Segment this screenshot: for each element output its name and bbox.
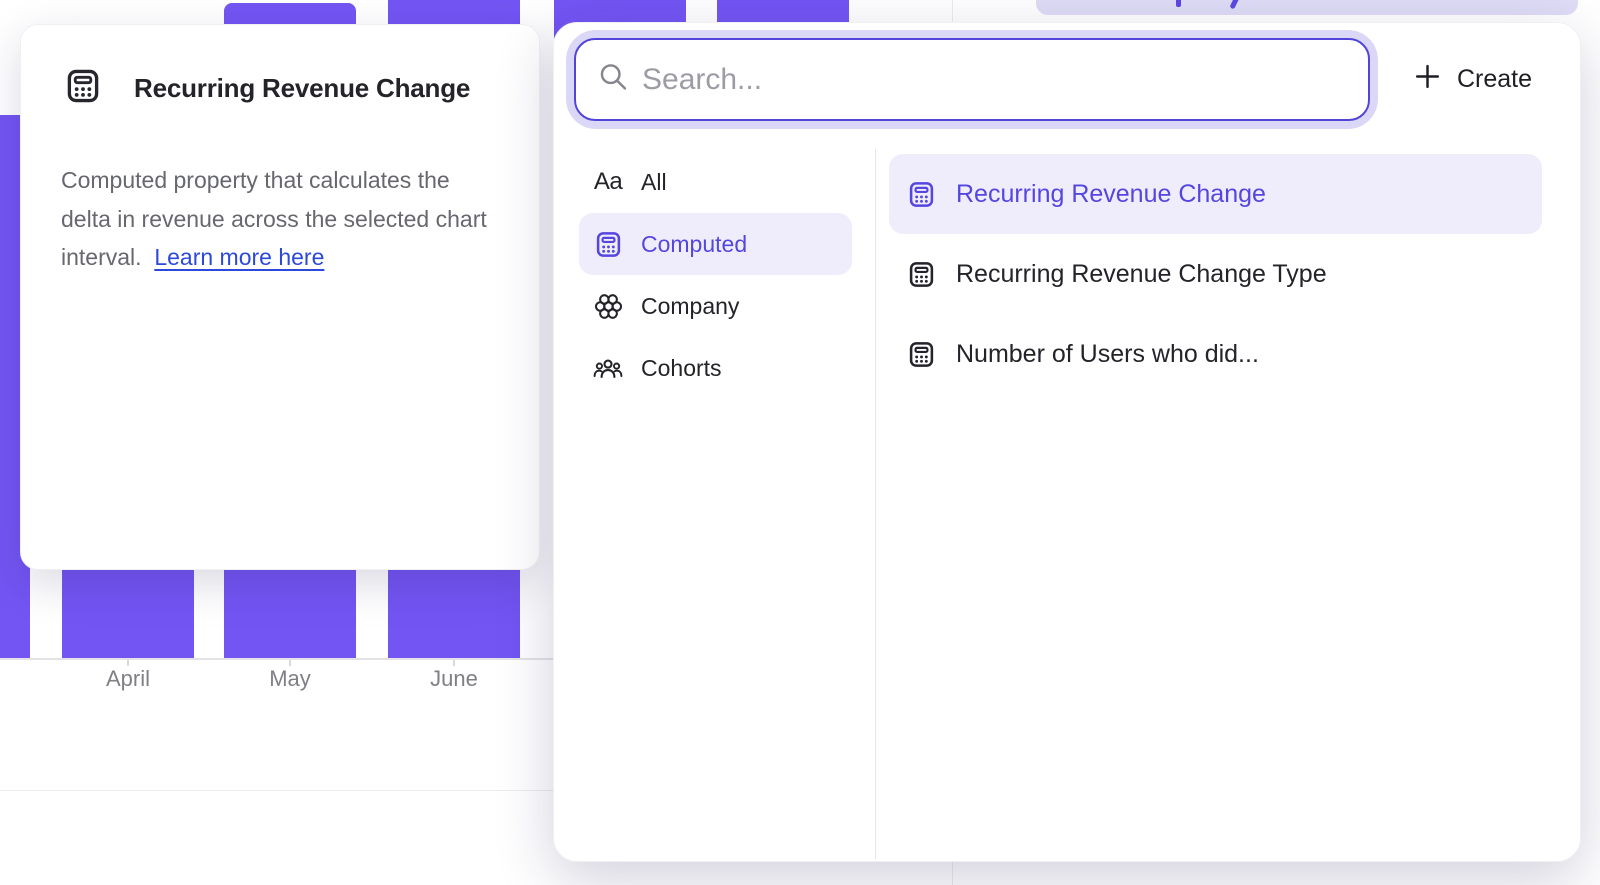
x-axis-label: June xyxy=(430,666,478,692)
result-number-of-users-who-did[interactable]: Number of Users who did... xyxy=(889,314,1542,394)
calculator-icon xyxy=(593,230,623,259)
learn-more-link[interactable]: Learn more here xyxy=(154,244,324,270)
category-label: Company xyxy=(641,293,739,320)
category-filter-list: Aa All Computed xyxy=(579,151,852,399)
calculator-icon xyxy=(906,340,936,369)
description-line: Computed property that calculates the xyxy=(61,167,450,193)
description-line: interval. xyxy=(61,244,142,270)
x-axis-tick xyxy=(289,659,291,666)
Aa-text-icon: Aa xyxy=(593,168,623,196)
calculator-icon xyxy=(906,260,936,289)
property-results-list: Recurring Revenue Change Recurring Reven… xyxy=(889,154,1542,394)
tooltip-title: Recurring Revenue Change xyxy=(134,73,470,104)
create-button-label: Create xyxy=(1457,65,1532,94)
property-picker-dropdown: Create Aa All Co xyxy=(553,22,1581,862)
x-axis-tick xyxy=(453,659,455,666)
category-label: Cohorts xyxy=(641,355,722,382)
result-recurring-revenue-change[interactable]: Recurring Revenue Change xyxy=(889,154,1542,234)
search-focus-ring xyxy=(566,30,1378,129)
description-line: delta in revenue across the selected cha… xyxy=(61,206,487,232)
column-divider xyxy=(875,149,876,859)
calculator-icon xyxy=(906,180,936,209)
tooltip-description: Computed property that calculates the de… xyxy=(61,161,531,277)
occluded-highlight-row xyxy=(1036,0,1578,15)
search-input[interactable] xyxy=(576,40,1368,119)
create-button[interactable]: Create xyxy=(1414,30,1532,129)
cutoff-text-descender xyxy=(1229,0,1239,9)
cutoff-text-descender xyxy=(1176,0,1181,7)
result-label: Number of Users who did... xyxy=(956,340,1259,369)
category-computed[interactable]: Computed xyxy=(579,213,852,275)
result-label: Recurring Revenue Change Type xyxy=(956,260,1327,289)
plus-icon xyxy=(1414,63,1441,97)
x-axis-label: April xyxy=(106,666,150,692)
calculator-icon xyxy=(64,67,102,110)
result-recurring-revenue-change-type[interactable]: Recurring Revenue Change Type xyxy=(889,234,1542,314)
app-viewport: April May June Recurring Revenue Change xyxy=(0,0,1600,885)
x-axis-label: May xyxy=(269,666,311,692)
category-label: All xyxy=(641,169,667,196)
property-tooltip-card: Recurring Revenue Change Computed proper… xyxy=(20,24,540,570)
tooltip-header: Recurring Revenue Change xyxy=(64,67,470,110)
result-label: Recurring Revenue Change xyxy=(956,180,1266,209)
category-cohorts[interactable]: Cohorts xyxy=(579,337,852,399)
cohorts-people-icon xyxy=(593,355,623,382)
category-company[interactable]: Company xyxy=(579,275,852,337)
search-box[interactable] xyxy=(574,38,1370,121)
category-all[interactable]: Aa All xyxy=(579,151,852,213)
x-axis-tick xyxy=(127,659,129,666)
category-label: Computed xyxy=(641,231,747,258)
company-cluster-icon xyxy=(593,292,623,321)
